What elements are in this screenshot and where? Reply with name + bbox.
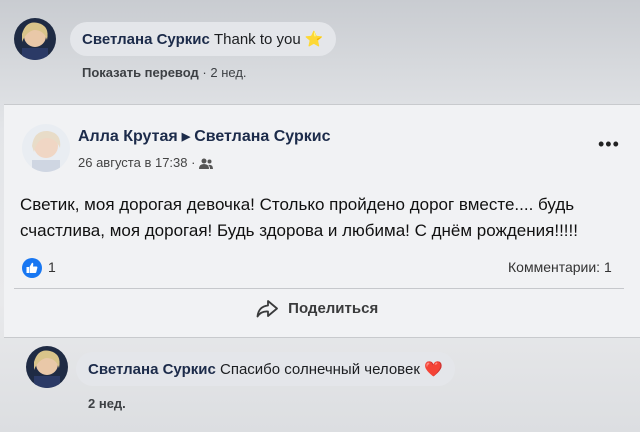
meta-separator: ·	[202, 65, 207, 80]
divider	[14, 288, 624, 289]
share-button[interactable]: Поделиться	[256, 300, 378, 322]
post-header: Алла Крутая ▶ Светлана Суркис	[78, 128, 331, 146]
avatar-image	[26, 346, 68, 388]
post-meta: 26 августа в 17:38 ·	[78, 155, 214, 170]
share-label: Поделиться	[288, 300, 379, 317]
friends-icon	[199, 155, 214, 170]
comment-bubble-bottom: Светлана Суркис Спасибо солнечный челове…	[76, 352, 455, 386]
heart-emoji-icon: ❤️	[424, 361, 443, 378]
comment-meta-top: Показать перевод · 2 нед.	[82, 65, 247, 80]
avatar-svetlana-bottom[interactable]	[26, 346, 68, 388]
post-author-link[interactable]: Алла Крутая	[78, 128, 178, 145]
avatar-image	[14, 18, 56, 60]
comment-text: Thank to you	[213, 31, 301, 48]
avatar-alla[interactable]	[22, 124, 70, 172]
like-thumb-icon[interactable]	[22, 258, 42, 278]
comment-author[interactable]: Светлана Суркис	[82, 31, 210, 48]
share-arrow-icon	[256, 300, 278, 318]
comment-meta-bottom: 2 нед.	[88, 396, 126, 411]
meta-separator: ·	[191, 155, 196, 170]
comment-time[interactable]: 2 нед.	[88, 396, 126, 411]
like-count[interactable]: 1	[48, 259, 56, 275]
comment-bubble-top: Светлана Суркис Thank to you ⭐	[70, 22, 336, 56]
screen: Светлана Суркис Thank to you ⭐ Показать …	[0, 0, 640, 432]
comment-time[interactable]: 2 нед.	[210, 65, 246, 80]
avatar-svetlana-top[interactable]	[14, 18, 56, 60]
avatar-image	[22, 124, 70, 172]
post-text-line: счастлива, моя дорогая! Будь здорова и л…	[20, 221, 578, 240]
comments-count-link[interactable]: Комментарии: 1	[508, 259, 612, 275]
post-body: Светик, моя дорогая девочка! Столько про…	[20, 192, 620, 244]
post-date-link[interactable]: 26 августа в 17:38	[78, 155, 188, 170]
star-emoji-icon: ⭐	[304, 31, 324, 48]
post-text-line: Светик, моя дорогая девочка! Столько про…	[20, 195, 575, 214]
more-options-button[interactable]: •••	[598, 134, 620, 155]
comment-text: Спасибо солнечный человек	[219, 361, 420, 378]
comment-author[interactable]: Светлана Суркис	[88, 361, 216, 378]
triangle-right-icon: ▶	[181, 131, 191, 143]
post-target-link[interactable]: Светлана Суркис	[194, 128, 330, 145]
show-translation-link[interactable]: Показать перевод	[82, 65, 199, 80]
